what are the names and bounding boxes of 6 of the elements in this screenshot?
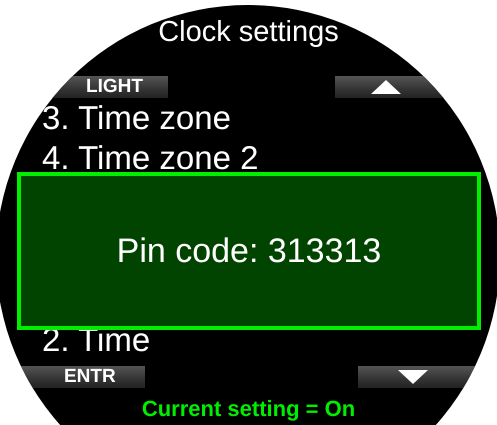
menu-item[interactable]: 3. Time zone: [0, 98, 497, 138]
current-setting-text: Current setting = On: [140, 396, 356, 422]
down-arrow-icon: [398, 370, 428, 384]
screen-title: Clock settings: [157, 15, 340, 50]
up-arrow-icon: [371, 80, 401, 94]
pin-code-message: Pin code: 313313: [116, 232, 382, 270]
